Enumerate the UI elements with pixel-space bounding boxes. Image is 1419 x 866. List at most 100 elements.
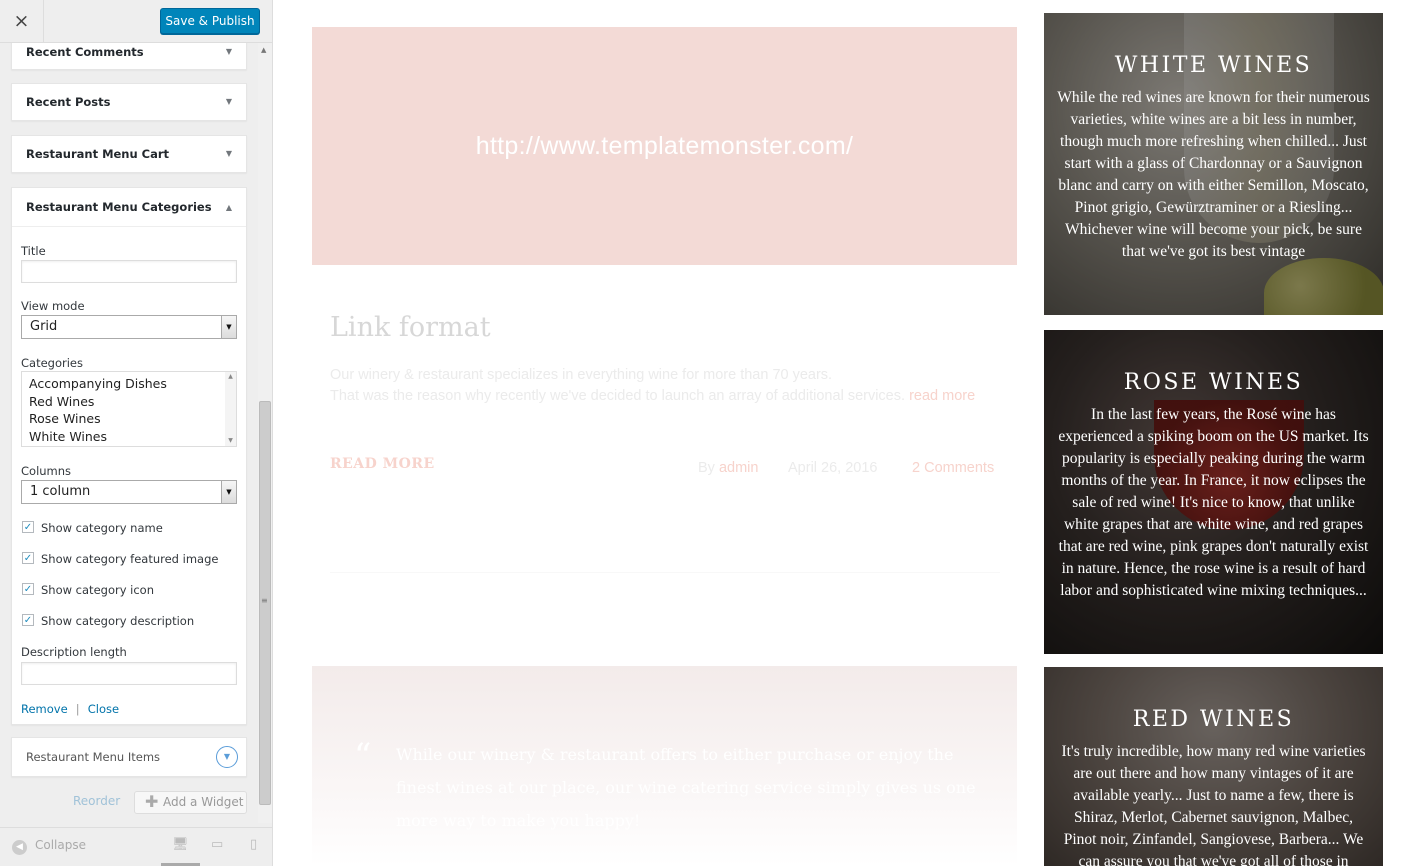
view-mode-select[interactable]: Grid ▼ xyxy=(21,315,237,339)
card-title: WHITE WINES xyxy=(1114,53,1313,78)
widget-header[interactable]: Recent Comments ▼ xyxy=(12,43,246,70)
remove-link[interactable]: Remove xyxy=(21,702,68,716)
dropdown-arrow-icon[interactable]: ▼ xyxy=(221,481,236,503)
excerpt-line-with-link: That was the reason why recently we've d… xyxy=(330,386,1000,407)
card-description: While the red wines are known for their … xyxy=(1057,89,1370,260)
category-option[interactable]: Red Wines xyxy=(22,393,236,411)
expand-arrow-icon[interactable]: ▼ xyxy=(226,43,232,70)
columns-select[interactable]: 1 column ▼ xyxy=(21,480,237,504)
view-mode-value: Grid xyxy=(30,319,58,334)
columns-value: 1 column xyxy=(30,484,91,499)
widget-area-actions: Reorder ✚ Add a Widget xyxy=(0,791,272,815)
checkbox-checked-icon[interactable]: ✓ xyxy=(22,552,34,564)
checkbox-label: Show category icon xyxy=(41,583,155,597)
dropdown-arrow-icon[interactable]: ▼ xyxy=(221,316,236,338)
save-publish-button[interactable]: Save & Publish xyxy=(160,8,260,34)
reorder-link[interactable]: Reorder xyxy=(73,794,120,808)
tablet-preview-icon[interactable]: ▭ xyxy=(211,837,223,852)
listbox-scrollbar[interactable]: ▲ ▼ xyxy=(225,372,236,446)
checkbox-label: Show category featured image xyxy=(41,552,219,566)
collapse-arrow-icon[interactable]: ▲ xyxy=(226,188,232,227)
expand-arrow-icon[interactable]: ▼ xyxy=(226,136,232,172)
excerpt-line: That was the reason why recently we've d… xyxy=(330,388,906,404)
by-label: By xyxy=(698,460,715,476)
widget-restaurant-menu-cart[interactable]: Restaurant Menu Cart ▼ xyxy=(11,135,247,173)
widgets-panel: Recent Comments ▼ Recent Posts ▼ Restaur… xyxy=(0,43,272,827)
link-post-banner: http://www.templatemonster.com/ xyxy=(312,27,1017,265)
mobile-preview-icon[interactable]: ▯ xyxy=(250,837,257,852)
widget-title: Recent Posts xyxy=(26,95,111,109)
desktop-preview-icon[interactable]: 🖥 xyxy=(172,837,189,852)
widget-recent-comments[interactable]: Recent Comments ▼ xyxy=(11,43,247,70)
blog-post: Link format Our winery & restaurant spec… xyxy=(330,312,1000,476)
category-option[interactable]: Accompanying Dishes xyxy=(22,375,236,393)
widget-actions: Remove | Close xyxy=(21,698,119,717)
categories-listbox[interactable]: Accompanying Dishes Red Wines Rose Wines… xyxy=(21,371,237,447)
checkbox-label: Show category name xyxy=(41,521,163,535)
actions-separator: | xyxy=(75,702,80,716)
scroll-down-icon[interactable]: ▼ xyxy=(225,436,236,446)
post-author: By admin xyxy=(698,460,758,476)
category-option[interactable]: Rose Wines xyxy=(22,410,236,428)
link-url[interactable]: http://www.templatemonster.com/ xyxy=(312,27,1017,265)
scroll-up-icon[interactable]: ▲ xyxy=(261,46,266,54)
columns-label: Columns xyxy=(21,464,72,478)
card-title: RED WINES xyxy=(1132,707,1295,732)
title-label: Title xyxy=(21,244,46,258)
add-widget-arrow-icon[interactable]: ▼ xyxy=(216,746,238,768)
post-excerpt: Our winery & restaurant specializes in e… xyxy=(330,365,1000,407)
quote-post: “ While our winery & restaurant offers t… xyxy=(312,666,1017,866)
close-icon[interactable]: × xyxy=(0,0,44,43)
widget-title: Restaurant Menu Categories xyxy=(26,200,212,214)
post-meta: READ MORE By admin April 26, 2016 2 Comm… xyxy=(330,456,1000,480)
widget-header[interactable]: Restaurant Menu Categories ▲ xyxy=(12,188,246,227)
quote-icon: “ xyxy=(354,736,372,776)
customizer-header: × Save & Publish xyxy=(0,0,272,43)
description-length-label: Description length xyxy=(21,645,127,659)
post-date[interactable]: April 26, 2016 xyxy=(788,460,877,476)
add-widget-button[interactable]: ✚ Add a Widget xyxy=(134,791,247,814)
card-description: It's truly incredible, how many red wine… xyxy=(1061,743,1366,866)
read-more-button[interactable]: READ MORE xyxy=(330,456,435,472)
widget-restaurant-menu-categories: Restaurant Menu Categories ▲ Title View … xyxy=(11,187,247,725)
widget-header[interactable]: Restaurant Menu Cart ▼ xyxy=(12,136,246,172)
widget-title: Restaurant Menu Items xyxy=(26,750,161,764)
collapse-button[interactable]: ◀ Collapse xyxy=(12,838,86,855)
description-length-field[interactable] xyxy=(21,662,237,685)
expand-arrow-icon[interactable]: ▼ xyxy=(226,84,232,120)
site-preview: http://www.templatemonster.com/ Link for… xyxy=(274,0,1419,866)
scroll-up-icon[interactable]: ▲ xyxy=(225,372,236,382)
widget-restaurant-menu-items[interactable]: Restaurant Menu Items ▼ xyxy=(11,737,247,777)
category-card-rose-wines[interactable]: ROSE WINES In the last few years, the Ro… xyxy=(1044,330,1383,654)
checkbox-checked-icon[interactable]: ✓ xyxy=(22,521,34,533)
post-divider xyxy=(330,572,1000,573)
view-mode-label: View mode xyxy=(21,299,85,313)
post-title[interactable]: Link format xyxy=(330,312,1000,343)
plus-icon: ✚ xyxy=(145,792,159,811)
scrollbar-grip-icon: ≡ xyxy=(261,596,268,605)
category-option[interactable]: White Wines xyxy=(22,428,236,446)
widget-recent-posts[interactable]: Recent Posts ▼ xyxy=(11,83,247,121)
sidebar-scrollbar[interactable]: ▲ ≡ xyxy=(258,43,272,823)
category-card-red-wines[interactable]: RED WINES It's truly incredible, how man… xyxy=(1044,667,1383,866)
add-widget-label: Add a Widget xyxy=(163,795,244,809)
card-description: In the last few years, the Rosé wine has… xyxy=(1058,406,1369,599)
close-link[interactable]: Close xyxy=(88,702,119,716)
category-card-white-wines[interactable]: WHITE WINES While the red wines are know… xyxy=(1044,13,1383,315)
excerpt-line: Our winery & restaurant specializes in e… xyxy=(330,367,833,383)
widget-header[interactable]: Restaurant Menu Items ▼ xyxy=(12,738,246,776)
checkbox-label: Show category description xyxy=(41,614,195,628)
customizer-footer: ◀ Collapse 🖥 ▭ ▯ xyxy=(0,827,272,866)
author-link[interactable]: admin xyxy=(719,460,759,476)
comments-link[interactable]: 2 Comments xyxy=(912,460,994,476)
customizer-sidebar: × Save & Publish Recent Comments ▼ Recen… xyxy=(0,0,273,866)
collapse-icon: ◀ xyxy=(12,840,27,855)
checkbox-checked-icon[interactable]: ✓ xyxy=(22,614,34,626)
checkbox-checked-icon[interactable]: ✓ xyxy=(22,583,34,595)
categories-label: Categories xyxy=(21,356,83,370)
title-field[interactable] xyxy=(21,260,237,283)
quote-text: While our winery & restaurant offers to … xyxy=(396,745,976,830)
collapse-label: Collapse xyxy=(35,838,86,852)
read-more-inline-link[interactable]: read more xyxy=(909,388,975,404)
widget-header[interactable]: Recent Posts ▼ xyxy=(12,84,246,120)
